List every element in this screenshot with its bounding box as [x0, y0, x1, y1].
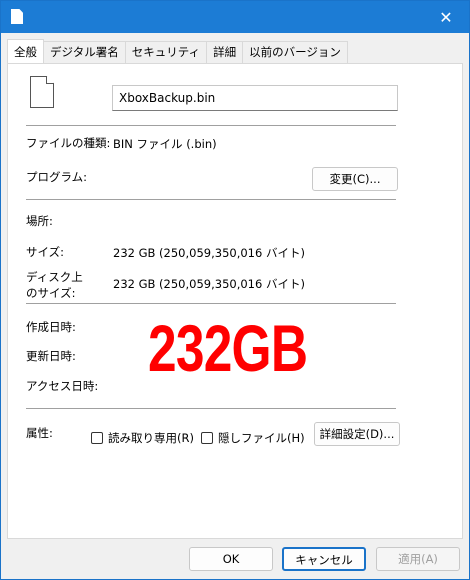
advanced-button[interactable]: 詳細設定(D)... — [314, 422, 400, 446]
tab-bar: 全般 デジタル署名 セキュリティ 詳細 以前のバージョン — [7, 39, 348, 64]
tab-digital-signatures[interactable]: デジタル署名 — [43, 41, 126, 63]
close-button[interactable]: ✕ — [423, 1, 469, 33]
change-program-button[interactable]: 変更(C)... — [312, 167, 398, 191]
ok-button[interactable]: OK — [189, 547, 273, 571]
readonly-checkbox[interactable]: 読み取り専用(R) — [91, 430, 194, 446]
attributes-label: 属性: — [26, 426, 53, 440]
general-panel: XboxBackup.bin ファイルの種類: BIN ファイル (.bin) … — [7, 63, 463, 539]
close-icon: ✕ — [439, 7, 453, 27]
tab-previous-versions[interactable]: 以前のバージョン — [242, 41, 348, 63]
document-icon-fold — [46, 76, 54, 84]
tab-details[interactable]: 詳細 — [206, 41, 244, 63]
file-icon — [11, 9, 23, 24]
filename-input[interactable]: XboxBackup.bin — [112, 85, 398, 111]
created-label: 作成日時: — [26, 320, 76, 334]
modified-label: 更新日時: — [26, 349, 76, 363]
size-on-disk-label-line2: のサイズ: — [26, 286, 76, 300]
apply-button[interactable]: 適用(A) — [376, 547, 460, 571]
divider — [26, 408, 396, 409]
divider — [26, 303, 396, 304]
tab-security[interactable]: セキュリティ — [124, 41, 208, 63]
size-overlay-text: 232GB — [148, 311, 308, 385]
hidden-checkbox[interactable]: 隠しファイル(H) — [201, 430, 305, 446]
readonly-checkbox-label: 読み取り専用(R) — [108, 431, 194, 445]
program-label: プログラム: — [26, 170, 88, 184]
size-on-disk-label-line1: ディスク上 — [26, 270, 83, 284]
readonly-checkbox-box[interactable] — [91, 432, 103, 444]
hidden-checkbox-label: 隠しファイル(H) — [218, 431, 305, 445]
divider — [26, 125, 396, 126]
accessed-label: アクセス日時: — [26, 379, 99, 393]
properties-window: ✕ 全般 デジタル署名 セキュリティ 詳細 以前のバージョン XboxBacku… — [0, 0, 470, 580]
tab-general[interactable]: 全般 — [7, 39, 44, 64]
size-value: 232 GB (250,059,350,016 バイト) — [113, 246, 305, 260]
file-type-value: BIN ファイル (.bin) — [113, 137, 217, 151]
title-bar: ✕ — [1, 1, 469, 33]
cancel-button[interactable]: キャンセル — [282, 547, 366, 571]
file-type-label: ファイルの種類: — [26, 136, 111, 150]
location-label: 場所: — [26, 214, 53, 228]
size-label: サイズ: — [26, 245, 65, 259]
size-on-disk-value: 232 GB (250,059,350,016 バイト) — [113, 277, 305, 291]
divider — [26, 199, 396, 200]
hidden-checkbox-box[interactable] — [201, 432, 213, 444]
